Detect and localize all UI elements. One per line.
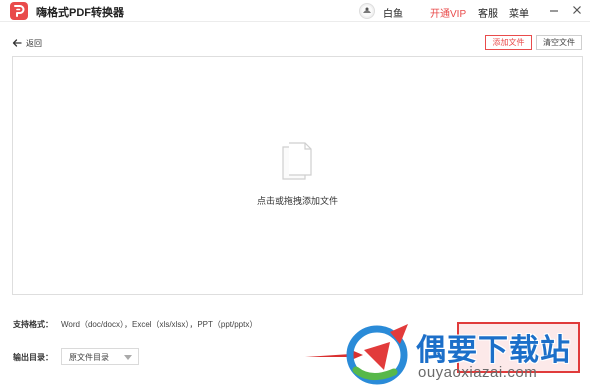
close-button[interactable] bbox=[570, 3, 584, 17]
back-label: 返回 bbox=[26, 38, 42, 48]
add-file-button[interactable]: 添加文件 bbox=[485, 35, 532, 50]
minimize-icon bbox=[550, 10, 558, 12]
open-vip-link[interactable]: 开通VIP bbox=[430, 5, 466, 20]
app-logo-icon bbox=[10, 2, 28, 20]
supported-formats-value: Word（doc/docx），Excel（xls/xlsx），PPT（ppt/p… bbox=[61, 320, 258, 329]
arrow-left-icon bbox=[12, 39, 22, 47]
user-avatar[interactable] bbox=[359, 3, 375, 19]
drop-hint: 点击或拖拽添加文件 bbox=[256, 196, 338, 206]
user-avatar-icon bbox=[361, 5, 373, 17]
menu-button[interactable]: 菜单 bbox=[509, 5, 529, 20]
supported-formats-label: 支持格式： bbox=[13, 320, 53, 329]
minimize-button[interactable] bbox=[547, 3, 561, 17]
watermark-logo-icon bbox=[346, 322, 412, 387]
output-directory-label: 输出目录： bbox=[13, 353, 53, 362]
watermark-url: ouyaoxiazai.com bbox=[418, 364, 538, 381]
chevron-down-icon bbox=[124, 355, 132, 360]
clear-files-button[interactable]: 清空文件 bbox=[536, 35, 582, 50]
customer-service-link[interactable]: 客服 bbox=[478, 5, 498, 20]
document-icon bbox=[281, 141, 315, 186]
back-button[interactable]: 返回 bbox=[12, 36, 42, 50]
output-directory-value: 原文件目录 bbox=[69, 353, 109, 362]
output-directory-select[interactable]: 原文件目录 bbox=[61, 348, 139, 365]
close-icon bbox=[573, 6, 581, 14]
app-title: 嗨格式PDF转换器 bbox=[36, 7, 124, 19]
watermark-title: 偶要下载站 bbox=[416, 334, 571, 367]
title-bar: 嗨格式PDF转换器 白鱼 开通VIP 客服 菜单 bbox=[0, 0, 590, 22]
username-label[interactable]: 白鱼 bbox=[383, 5, 403, 20]
